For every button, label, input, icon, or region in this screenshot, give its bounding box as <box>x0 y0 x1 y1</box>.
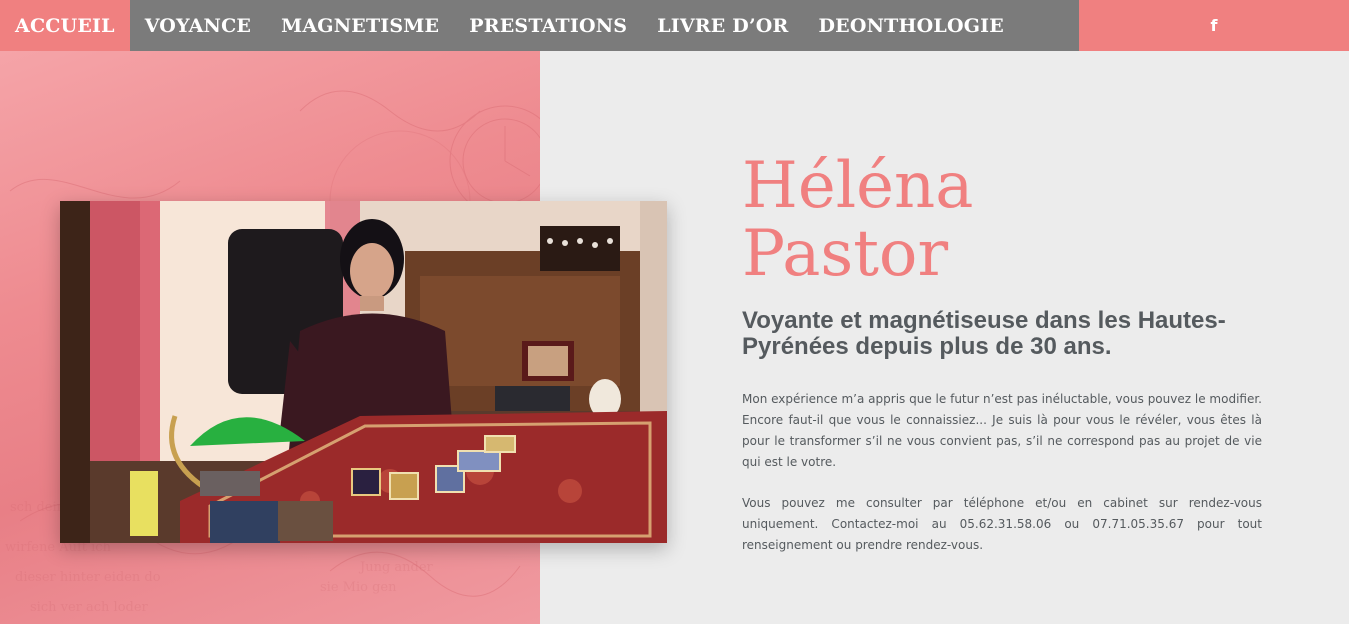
photo-image <box>60 201 667 543</box>
facebook-button[interactable]: f <box>1079 0 1349 51</box>
svg-text:dieser hinter eiden do: dieser hinter eiden do <box>15 570 161 585</box>
facebook-icon: f <box>1210 16 1218 35</box>
nav-item-prestations[interactable]: PRESTATIONS <box>454 0 642 51</box>
title-last-name: Pastor <box>742 217 949 291</box>
svg-text:sich ver ach loder: sich ver ach loder <box>30 600 149 615</box>
svg-text:Jung ander: Jung ander <box>358 560 434 575</box>
nav-item-accueil[interactable]: ACCUEIL <box>0 0 130 51</box>
portrait-photo <box>60 201 667 543</box>
nav-item-livre-dor[interactable]: LIVRE D’OR <box>642 0 803 51</box>
svg-text:sie Mio gen: sie Mio gen <box>320 580 397 595</box>
nav-item-deontologie[interactable]: DEONTHOLOGIE <box>804 0 1019 51</box>
nav-item-magnetisme[interactable]: MAGNETISME <box>266 0 454 51</box>
page-subtitle: Voyante et magnétiseuse dans les Hautes-… <box>742 307 1226 360</box>
main-nav: ACCUEIL VOYANCE MAGNETISME PRESTATIONS L… <box>0 0 1349 51</box>
contact-paragraph: Vous pouvez me consulter par téléphone e… <box>742 496 1262 552</box>
nav-item-voyance[interactable]: VOYANCE <box>130 0 266 51</box>
title-first-name: Héléna <box>742 149 974 223</box>
page-title: Héléna Pastor <box>742 152 973 288</box>
intro-paragraph: Mon expérience m’a appris que le futur n… <box>742 392 1262 469</box>
